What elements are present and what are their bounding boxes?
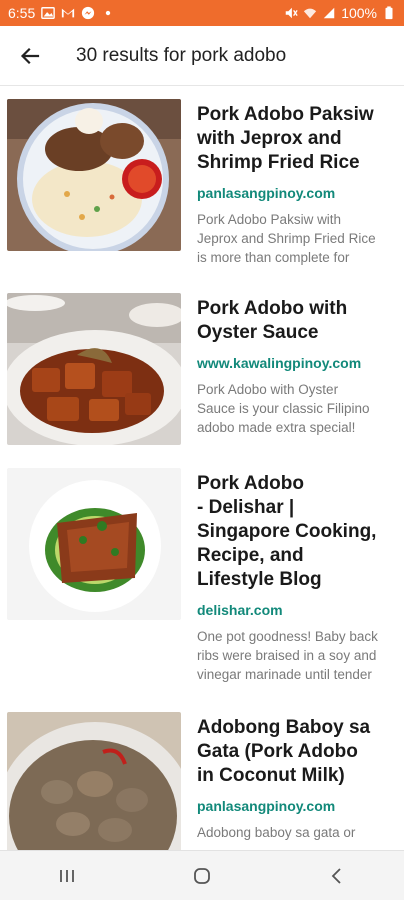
status-right: 100%	[284, 5, 396, 21]
result-title[interactable]: Pork Adobo - Delishar | Singapore Cookin…	[197, 472, 402, 592]
result-domain[interactable]: delishar.com	[197, 602, 402, 618]
result-title-line: Lifestyle Blog	[197, 569, 322, 590]
results-list[interactable]: Pork Adobo Paksiw with Jeprox and Shrimp…	[0, 86, 404, 850]
result-thumbnail[interactable]	[7, 99, 181, 251]
result-title-line: Pork Adobo Paksiw	[197, 104, 374, 125]
wifi-icon	[303, 6, 317, 20]
result-title-line: Singapore Cooking,	[197, 521, 377, 542]
result-title-line: Shrimp Fried Rice	[197, 152, 360, 173]
result-title-line: Adobong Baboy sa	[197, 717, 371, 738]
result-domain[interactable]: panlasangpinoy.com	[197, 185, 402, 201]
result-snippet: Pork Adobo Paksiw with Jeprox and Shrimp…	[197, 210, 402, 267]
app-bar: 30 results for pork adobo	[0, 26, 404, 86]
result-item[interactable]: Pork Adobo with Oyster Sauce www.kawalin…	[0, 293, 404, 463]
home-button[interactable]	[172, 856, 232, 896]
battery-icon	[382, 6, 396, 20]
result-thumbnail[interactable]	[7, 468, 181, 620]
result-snippet-line: Pork Adobo with Oyster	[197, 382, 339, 397]
result-text: Pork Adobo - Delishar | Singapore Cookin…	[197, 472, 402, 684]
result-thumbnail[interactable]	[7, 712, 181, 850]
result-title-line: Gata (Pork Adobo	[197, 741, 358, 762]
result-item[interactable]: Adobong Baboy sa Gata (Pork Adobo in Coc…	[0, 712, 404, 850]
result-snippet-line: Sauce is your classic Filipino	[197, 401, 370, 416]
food-image	[7, 293, 181, 445]
result-snippet-line: One pot goodness! Baby back	[197, 629, 378, 644]
mute-icon	[284, 6, 298, 20]
result-title[interactable]: Adobong Baboy sa Gata (Pork Adobo in Coc…	[197, 716, 402, 788]
result-item[interactable]: Pork Adobo - Delishar | Singapore Cookin…	[0, 468, 404, 708]
result-snippet-line: vinegar marinade until tender	[197, 667, 372, 682]
food-image	[7, 712, 181, 850]
back-button[interactable]	[0, 26, 60, 86]
result-domain[interactable]: panlasangpinoy.com	[197, 798, 402, 814]
result-snippet-line: adobo made extra special!	[197, 420, 356, 435]
messenger-icon	[81, 6, 95, 20]
result-title[interactable]: Pork Adobo Paksiw with Jeprox and Shrimp…	[197, 103, 402, 175]
nav-back-button[interactable]	[307, 856, 367, 896]
dot-icon	[101, 6, 115, 20]
result-title-line: in Coconut Milk)	[197, 765, 345, 786]
status-time: 6:55	[8, 5, 36, 21]
result-snippet-line: Jeprox and Shrimp Fried Rice	[197, 231, 376, 246]
recents-button[interactable]	[37, 856, 97, 896]
battery-percent: 100%	[341, 5, 377, 21]
arrow-back-icon	[20, 46, 40, 66]
result-text: Pork Adobo Paksiw with Jeprox and Shrimp…	[197, 103, 402, 267]
result-title-line: with Jeprox and	[197, 128, 342, 149]
recents-icon	[57, 866, 77, 886]
result-title-line: Recipe, and	[197, 545, 304, 566]
result-title-line: - Delishar |	[197, 497, 295, 518]
result-snippet-line: ribs were braised in a soy and	[197, 648, 377, 663]
result-title-line: Pork Adobo with	[197, 298, 348, 319]
result-title-line: Pork Adobo	[197, 473, 304, 494]
result-snippet: One pot goodness! Baby back ribs were br…	[197, 627, 402, 684]
result-text: Pork Adobo with Oyster Sauce www.kawalin…	[197, 297, 402, 437]
signal-icon	[322, 6, 336, 20]
result-snippet: Adobong baboy sa gata or	[197, 823, 402, 842]
home-icon	[192, 866, 212, 886]
nav-back-icon	[327, 866, 347, 886]
page-title: 30 results for pork adobo	[76, 44, 287, 66]
result-title[interactable]: Pork Adobo with Oyster Sauce	[197, 297, 402, 345]
status-left: 6:55	[8, 5, 115, 21]
result-thumbnail[interactable]	[7, 293, 181, 445]
image-icon	[41, 6, 56, 20]
result-item[interactable]: Pork Adobo Paksiw with Jeprox and Shrimp…	[0, 99, 404, 279]
result-domain[interactable]: www.kawalingpinoy.com	[197, 355, 402, 371]
result-text: Adobong Baboy sa Gata (Pork Adobo in Coc…	[197, 716, 402, 842]
system-nav-bar	[0, 850, 404, 900]
status-bar: 6:55 100%	[0, 0, 404, 26]
food-image	[7, 99, 181, 251]
result-snippet: Pork Adobo with Oyster Sauce is your cla…	[197, 380, 402, 437]
gmail-icon	[61, 6, 75, 20]
result-title-line: Oyster Sauce	[197, 322, 319, 343]
result-snippet-line: Adobong baboy sa gata or	[197, 825, 356, 840]
food-image	[7, 468, 181, 620]
result-snippet-line: Pork Adobo Paksiw with	[197, 212, 342, 227]
result-snippet-line: is more than complete for	[197, 250, 350, 265]
